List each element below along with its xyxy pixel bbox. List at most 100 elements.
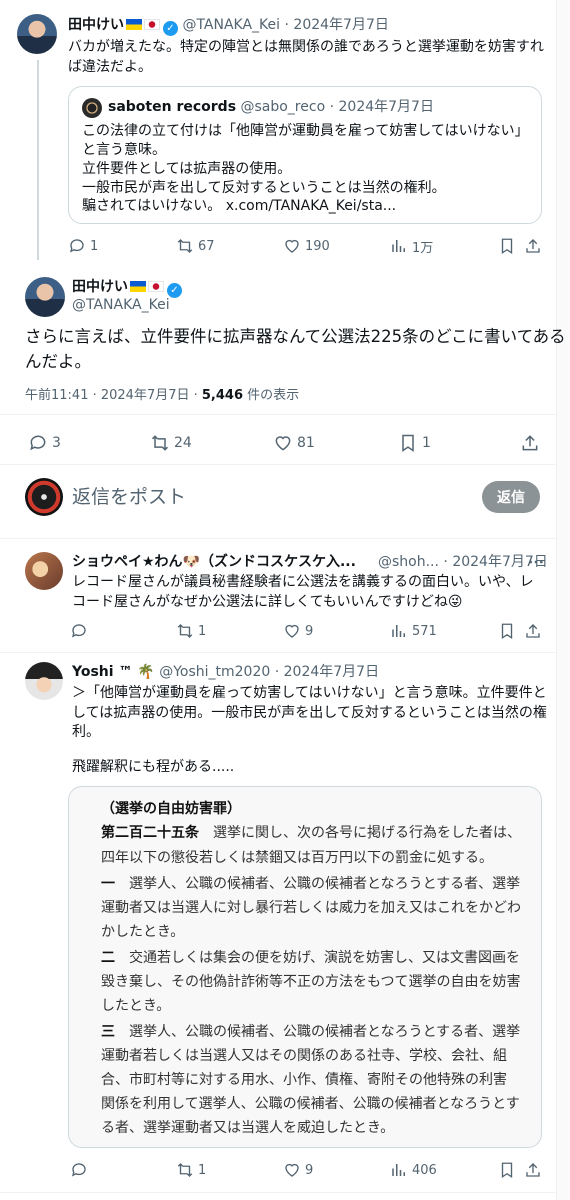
image-text-line: 第二百二十五条 選挙に関し、次の各号に掲げる行為をした者は、 xyxy=(101,821,521,845)
divider xyxy=(0,464,556,465)
image-text-bold: 一 xyxy=(101,876,115,892)
heart-icon xyxy=(285,239,299,253)
reply-icon[interactable] xyxy=(70,1161,88,1179)
reply-icon xyxy=(69,239,84,253)
image-text: 選挙人、公職の候補者、公職の候補者となろうとする者、選挙 xyxy=(115,876,521,892)
bookmark-icon[interactable] xyxy=(498,1161,516,1179)
tweet-actions: 1 9 571 xyxy=(70,621,544,641)
author-handle[interactable]: @Yoshi_tm2020 xyxy=(159,664,270,680)
bookmark-icon[interactable] xyxy=(498,237,516,255)
tweet-text-line: 飛躍解釈にも程がある..... xyxy=(72,759,235,775)
tweet-text-line: 利。 xyxy=(72,724,100,740)
retweet-button[interactable]: 67 xyxy=(176,237,215,255)
reply-handle-date: @shoh... · 2024年7月7日 xyxy=(378,552,548,572)
tweet-time[interactable]: 午前11:41 · 2024年7月7日 · xyxy=(25,388,202,403)
quote-text-line: この法律の立て付けは「他陣営が運動員を雇って妨害してはいけない」 xyxy=(82,123,529,139)
reply-header: ショウペイ★わん🐶（ズンドコスケスケ入... xyxy=(72,552,356,572)
retweet-button[interactable]: 24 xyxy=(150,433,192,453)
scrollbar[interactable] xyxy=(557,0,570,1200)
tweet-text-line: ば違法だよ。 xyxy=(68,59,152,75)
tweet-actions: 3 24 81 1 xyxy=(28,431,543,455)
like-button[interactable]: 81 xyxy=(273,433,315,453)
quote-header: saboten records @sabo_reco · 2024年7月7日 xyxy=(108,97,434,117)
quote-author-name: saboten records xyxy=(108,99,237,115)
my-avatar[interactable] xyxy=(25,478,63,516)
bookmark-icon[interactable] xyxy=(498,622,516,640)
views-button[interactable]: 571 xyxy=(390,622,437,640)
reply-button[interactable]: 1 xyxy=(68,237,98,255)
dot-separator: · xyxy=(443,554,448,570)
tweet-header: 田中けい ✓ @TANAKA_Kei · 2024年7月7日 xyxy=(68,15,389,36)
heart-icon xyxy=(275,436,291,451)
quote-author-handle: @sabo_reco xyxy=(240,99,326,115)
author-handle[interactable]: @TANAKA_Kei xyxy=(72,295,170,315)
like-count: 9 xyxy=(305,623,314,639)
reply-icon[interactable] xyxy=(70,622,88,640)
image-text-line: 毀き棄し、その他偽計詐術等不正の方法をもつて選挙の自由を妨害 xyxy=(101,974,521,990)
author-name[interactable]: 田中けい xyxy=(72,279,128,295)
image-text: 選挙に関し、次の各号に掲げる行為をした者は、 xyxy=(199,825,521,841)
reply-button[interactable]: 3 xyxy=(28,433,61,453)
author-name[interactable]: Yoshi ™ 🌴 xyxy=(72,664,155,680)
retweet-count: 24 xyxy=(174,435,192,451)
bookmark-button[interactable]: 1 xyxy=(398,433,431,453)
like-button[interactable]: 190 xyxy=(283,237,330,255)
image-text-bold: （選挙の自由妨害罪） xyxy=(101,801,241,817)
views-count: 571 xyxy=(412,623,437,639)
ukraine-flag-icon xyxy=(130,281,146,292)
dot-separator: · xyxy=(329,99,335,115)
tweet-text-line: コード屋さんがなぜか公選法に詳しくてもいいんですけどね😜 xyxy=(72,594,463,610)
ukraine-flag-icon xyxy=(126,19,142,30)
author-handle[interactable]: @TANAKA_Kei xyxy=(182,17,280,33)
thread-connector xyxy=(37,60,39,260)
retweet-button[interactable]: 1 xyxy=(176,622,206,640)
reply-submit-button[interactable]: 返信 xyxy=(482,481,540,513)
tweet-date[interactable]: 2024年7月7日 xyxy=(284,664,379,680)
share-icon[interactable] xyxy=(520,433,540,453)
views-chart-icon xyxy=(392,240,405,252)
avatar[interactable] xyxy=(25,277,65,317)
image-text: 交通若しくは集会の便を妨げ、演説を妨害し、又は文書図画を xyxy=(115,950,521,966)
image-text-line: したとき。 xyxy=(101,998,171,1014)
dot-separator: · xyxy=(274,664,280,680)
more-options-icon[interactable] xyxy=(528,556,544,568)
share-icon[interactable] xyxy=(524,622,542,640)
views-number: 5,446 xyxy=(201,388,244,403)
author-handle[interactable]: @shoh... xyxy=(378,554,439,570)
image-text-line: 合、市町村等に対する用水、小作、債権、寄附その他特殊の利害 xyxy=(101,1072,507,1088)
like-button[interactable]: 9 xyxy=(283,1161,313,1179)
image-text-bold: 第二百二十五条 xyxy=(101,825,199,841)
quote-avatar xyxy=(82,98,102,118)
like-count: 190 xyxy=(305,238,330,254)
author-name[interactable]: 田中けい xyxy=(68,17,124,33)
image-text-bold: 三 xyxy=(101,1024,115,1040)
share-icon[interactable] xyxy=(524,1161,542,1179)
quote-date: 2024年7月7日 xyxy=(338,99,434,115)
image-text-line: 二 交通若しくは集会の便を妨げ、演説を妨害し、又は文書図画を xyxy=(101,946,520,970)
divider xyxy=(0,414,556,415)
tweet-text-line: しては拡声器の使用。一般市民が声を出して反対するということは当然の権 xyxy=(72,705,547,721)
avatar[interactable] xyxy=(25,552,63,590)
image-text-line: 一 選挙人、公職の候補者、公職の候補者となろうとする者、選挙 xyxy=(101,872,520,896)
image-text-line: 関係を利用して選挙人、公職の候補者、公職の候補者となろうとす xyxy=(101,1096,520,1112)
retweet-button[interactable]: 1 xyxy=(176,1161,206,1179)
share-icon[interactable] xyxy=(524,237,542,255)
retweet-icon xyxy=(177,1163,193,1177)
divider xyxy=(0,652,556,653)
views-button[interactable]: 406 xyxy=(390,1161,437,1179)
reply-header: Yoshi ™ 🌴 @Yoshi_tm2020 · 2024年7月7日 xyxy=(72,662,379,682)
views-button[interactable]: 1万 xyxy=(390,237,433,256)
like-button[interactable]: 9 xyxy=(283,622,313,640)
reply-input[interactable]: 返信をポスト xyxy=(72,484,186,510)
image-text-bold: 二 xyxy=(101,950,115,966)
bookmark-count: 1 xyxy=(422,435,431,451)
author-name[interactable]: ショウペイ★わん🐶（ズンドコスケスケ入... xyxy=(72,554,356,570)
verified-badge-icon[interactable]: ✓ xyxy=(163,21,178,36)
tweet-meta: 午前11:41 · 2024年7月7日 · 5,446 件の表示 xyxy=(25,386,299,406)
tweet-date[interactable]: 2024年7月7日 xyxy=(293,17,388,33)
tweet-actions: 1 67 190 1万 xyxy=(68,236,542,256)
avatar[interactable] xyxy=(25,662,63,700)
tweet-text-line: んだよ。 xyxy=(25,352,91,371)
avatar[interactable] xyxy=(17,14,57,54)
quote-text-line: 一般市民が声を出して反対するということは当然の権利。 xyxy=(82,180,446,196)
